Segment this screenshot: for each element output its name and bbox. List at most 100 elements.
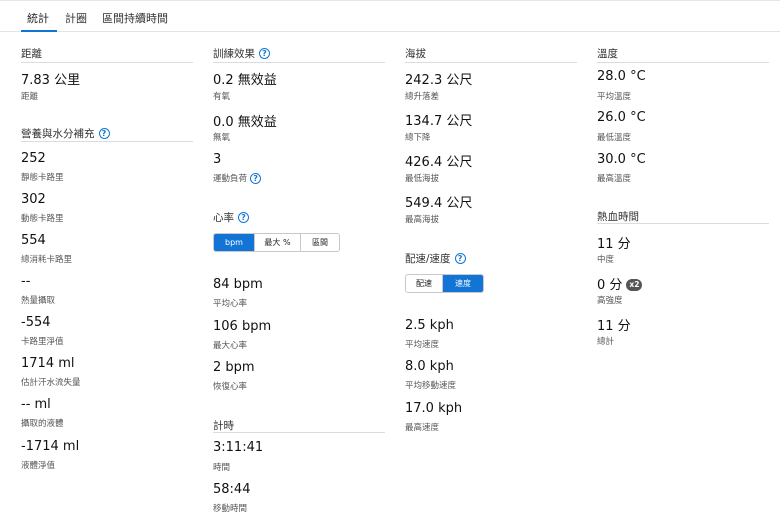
distance-value: 7.83 公里 [21, 73, 81, 88]
distance-label: 距離 [21, 92, 39, 102]
total-descent-value: 134.7 公尺 [405, 114, 473, 129]
max-hr-label: 最大心率 [213, 341, 248, 351]
net-calories-value: -554 [21, 315, 51, 330]
recovery-hr-label: 恢復心率 [213, 382, 248, 392]
temperature-section-title: 溫度 [597, 46, 618, 61]
sweat-loss-label: 估計汗水流失量 [21, 378, 81, 388]
training-effect-title: 訓練效果 [213, 48, 255, 60]
training-load-label: 運動負荷 [213, 174, 248, 184]
avg-moving-speed-label: 平均移動速度 [405, 381, 457, 391]
vigorous-time-row: 0 分 x2 [597, 274, 643, 293]
max-temp-value: 30.0 °C [597, 152, 646, 167]
speed-toggle-button[interactable]: 速度 [443, 275, 483, 292]
calorie-intake-value: -- [21, 274, 31, 289]
time-value: 3:11:41 [213, 440, 264, 455]
avg-speed-label: 平均速度 [405, 340, 440, 350]
help-icon[interactable]: ? [454, 253, 466, 264]
active-calories-label: 動態卡路里 [21, 214, 64, 224]
heart-rate-title: 心率 [213, 212, 234, 224]
avg-speed-value: 2.5 kph [405, 318, 454, 333]
moving-time-value: 58:44 [213, 482, 251, 497]
static-calories-label: 靜態卡路里 [21, 173, 64, 183]
pace-toggle-button[interactable]: 配速 [406, 275, 443, 292]
help-icon[interactable]: ? [238, 212, 249, 223]
heat-time-section-title: 熱血時間 [597, 209, 639, 224]
vigorous-time-label: 高強度 [597, 296, 623, 306]
section-divider [597, 62, 769, 63]
section-divider [213, 432, 385, 433]
active-tab-indicator [21, 30, 57, 32]
training-load-value: 3 [213, 152, 222, 167]
pace-speed-toggle: 配速 速度 [405, 274, 484, 293]
min-elevation-value: 426.4 公尺 [405, 155, 473, 170]
fluid-intake-label: 攝取的液體 [21, 419, 64, 429]
time-label: 時間 [213, 463, 231, 473]
section-divider [21, 141, 193, 142]
total-descent-label: 總下降 [405, 133, 431, 143]
max-speed-label: 最高速度 [405, 423, 440, 433]
max-elevation-label: 最高海拔 [405, 215, 440, 225]
nutrition-section-title: 營養與水分補充 ? [21, 126, 110, 141]
calorie-intake-label: 熱量攝取 [21, 296, 56, 306]
help-icon[interactable]: ? [98, 128, 110, 139]
aerobic-value: 0.2 無效益 [213, 73, 277, 88]
min-elevation-label: 最低海拔 [405, 174, 440, 184]
total-heat-time-label: 總計 [597, 337, 615, 347]
timing-section-title: 計時 [213, 418, 234, 433]
anaerobic-value: 0.0 無效益 [213, 115, 277, 130]
active-calories-value: 302 [21, 192, 46, 207]
max-percent-toggle-button[interactable]: 最大 % [255, 234, 301, 251]
static-calories-value: 252 [21, 151, 46, 166]
heat-time-title: 熱血時間 [597, 211, 639, 223]
section-divider [21, 62, 193, 63]
total-ascent-label: 總升落差 [405, 92, 440, 102]
net-calories-label: 卡路里淨值 [21, 337, 64, 347]
elevation-section-title: 海拔 [405, 46, 426, 61]
max-elevation-value: 549.4 公尺 [405, 196, 473, 211]
avg-moving-speed-value: 8.0 kph [405, 359, 454, 374]
max-temp-label: 最高溫度 [597, 174, 632, 184]
zones-toggle-button[interactable]: 區間 [301, 234, 339, 251]
elevation-title: 海拔 [405, 48, 426, 60]
tab-bar: 統計 計圈 區間持續時間 [0, 8, 780, 32]
bpm-toggle-button[interactable]: bpm [214, 234, 255, 251]
min-temp-label: 最低溫度 [597, 133, 632, 143]
net-fluid-label: 液體淨值 [21, 461, 56, 471]
pace-speed-section-title: 配速/速度 ? [405, 251, 466, 266]
net-fluid-value: -1714 ml [21, 439, 80, 454]
temperature-title: 溫度 [597, 48, 618, 60]
recovery-hr-value: 2 bpm [213, 360, 255, 375]
total-ascent-value: 242.3 公尺 [405, 73, 473, 88]
anaerobic-label: 無氧 [213, 133, 231, 143]
moderate-time-value: 11 分 [597, 237, 631, 252]
help-icon[interactable]: ? [259, 48, 270, 59]
moving-time-label: 移動時間 [213, 504, 248, 514]
tab-interval-duration[interactable]: 區間持續時間 [102, 10, 168, 26]
distance-section-title: 距離 [21, 46, 42, 61]
min-temp-value: 26.0 °C [597, 110, 646, 125]
x2-badge: x2 [626, 279, 643, 291]
avg-temp-value: 28.0 °C [597, 69, 646, 84]
timing-title: 計時 [213, 420, 234, 432]
total-heat-time-value: 11 分 [597, 319, 631, 334]
moderate-time-label: 中度 [597, 255, 615, 265]
total-calories-value: 554 [21, 233, 46, 248]
fluid-intake-value: -- ml [21, 397, 51, 412]
training-load-label-row: 運動負荷 ? [213, 172, 262, 184]
top-border [0, 0, 780, 4]
avg-hr-label: 平均心率 [213, 299, 248, 309]
heart-rate-unit-toggle: bpm 最大 % 區間 [213, 233, 340, 252]
section-divider [405, 62, 577, 63]
tab-laps[interactable]: 計圈 [65, 10, 87, 26]
max-hr-value: 106 bpm [213, 319, 272, 334]
nutrition-title: 營養與水分補充 [21, 128, 95, 140]
heart-rate-section-title: 心率 ? [213, 210, 249, 225]
tab-stats[interactable]: 統計 [27, 10, 49, 26]
training-effect-section-title: 訓練效果 ? [213, 46, 270, 61]
section-divider [597, 223, 769, 224]
help-icon[interactable]: ? [250, 172, 262, 184]
sweat-loss-value: 1714 ml [21, 356, 75, 371]
max-speed-value: 17.0 kph [405, 401, 463, 416]
aerobic-label: 有氧 [213, 92, 231, 102]
avg-hr-value: 84 bpm [213, 277, 263, 292]
